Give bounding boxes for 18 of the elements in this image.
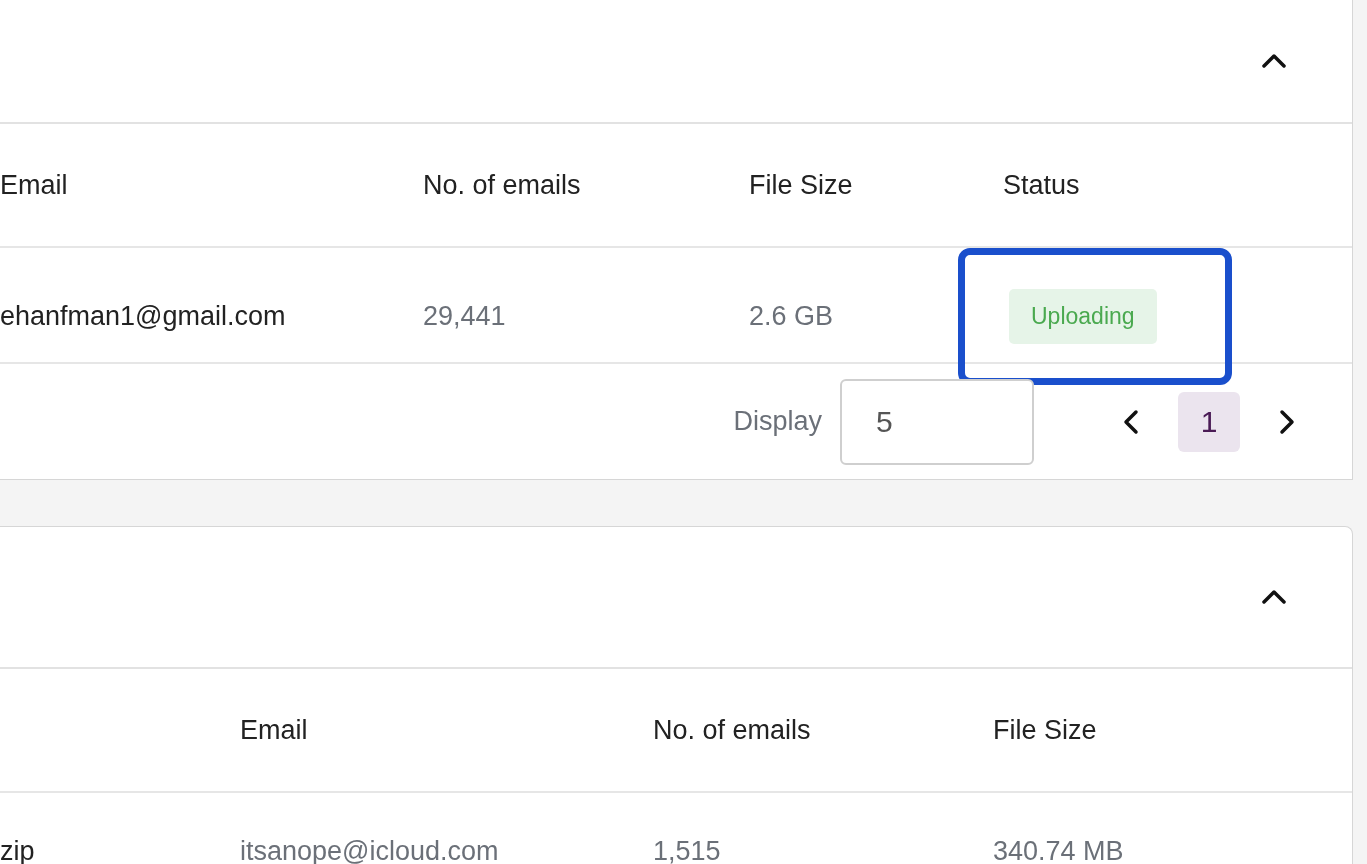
chevron-up-icon[interactable] <box>1260 51 1288 71</box>
chevron-up-icon[interactable] <box>1260 587 1288 607</box>
table-cell-text: 29,441 <box>423 301 507 332</box>
table-cell-text: 2.6 GB <box>749 301 835 332</box>
display-field[interactable]: 5 <box>840 378 1034 465</box>
column-header: File Size <box>993 714 1098 746</box>
display-label: Display <box>733 406 822 437</box>
column-header: Status <box>1003 169 1081 201</box>
status-badge: Uploading <box>1009 289 1157 344</box>
table-cell-text: 340.74 MB <box>993 835 1125 864</box>
column-header: Email <box>240 714 309 746</box>
column-header: No. of emails <box>423 169 582 201</box>
column-header: File Size <box>749 169 854 201</box>
table-cell-text: 1,515 <box>653 835 722 864</box>
column-header: Email <box>0 169 69 201</box>
column-header: No. of emails <box>653 714 812 746</box>
page-button[interactable]: 1 <box>1178 391 1240 452</box>
table-cell-text: ehanfman1@gmail.com <box>0 301 287 332</box>
